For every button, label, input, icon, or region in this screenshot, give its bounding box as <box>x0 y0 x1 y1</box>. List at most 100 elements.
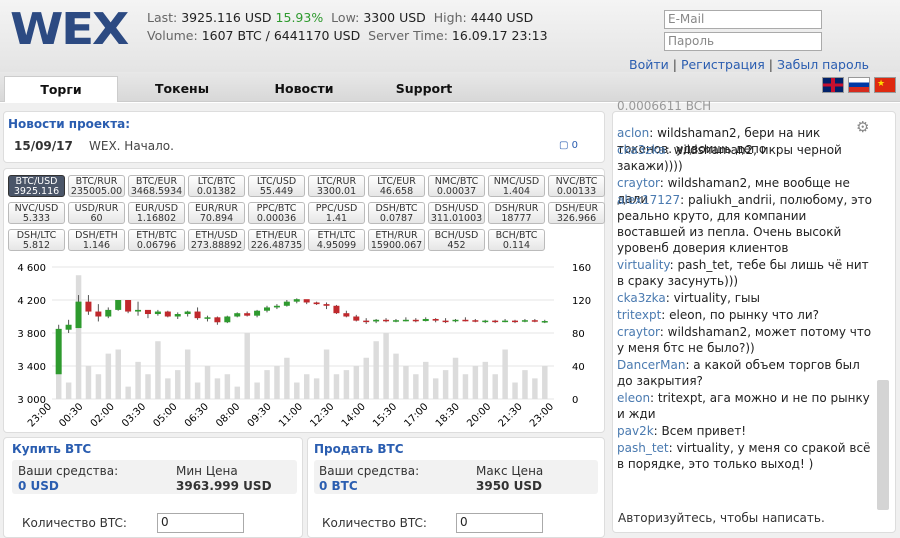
tab-trade[interactable]: Торги <box>4 76 118 102</box>
pair-button[interactable]: DSH/LTC 5.812 <box>8 229 65 251</box>
chat-message: cka3zka: virtuality, гыы <box>617 291 760 305</box>
pair-button[interactable]: EUR/RUR 70.894 <box>188 202 245 224</box>
volume-bar <box>294 382 300 399</box>
chat-text: Всем привет! <box>661 424 747 438</box>
pair-button[interactable]: ETH/LTC 4.95099 <box>308 229 365 251</box>
chat-username[interactable]: cka3zka <box>617 143 666 157</box>
chat-username[interactable]: tritexpt <box>617 308 661 322</box>
volume-bar <box>234 386 241 399</box>
volume-bar <box>423 361 429 399</box>
volume-bar <box>462 374 469 399</box>
news-panel: Новости проекта: 15/09/17 WEX. Начало. ▢… <box>3 111 605 163</box>
wex-logo[interactable]: WEX <box>10 4 129 55</box>
pair-button[interactable]: DSH/USD 311.01003 <box>428 202 485 224</box>
pair-price: 3300.01 <box>316 186 357 197</box>
pair-button[interactable]: LTC/RUR 3300.01 <box>308 175 365 197</box>
volume-bar <box>204 366 211 399</box>
candle-body <box>184 311 191 315</box>
chat-message: eleon: tritexpt, ага можно и не по рынку… <box>617 391 870 421</box>
pair-price: 273.88892 <box>190 240 243 251</box>
login-link[interactable]: Войти <box>629 57 669 72</box>
pair-button[interactable]: NVC/USD 5.333 <box>8 202 65 224</box>
pair-button[interactable]: NVC/BTC 0.00133 <box>548 175 605 197</box>
forgot-password-link[interactable]: Забыл пароль <box>777 57 869 72</box>
chat-username[interactable]: eleon <box>617 391 650 405</box>
chat-message: tritexpt: eleon, по рынку что ли? <box>617 308 819 322</box>
chat-username[interactable]: craytor <box>617 325 660 339</box>
chat-username[interactable]: craytor <box>617 176 660 190</box>
pair-button[interactable]: ETH/EUR 226.48735 <box>248 229 305 251</box>
chat-username[interactable]: cka3zka <box>617 291 666 305</box>
chat-scrollbar[interactable] <box>877 380 889 510</box>
chat-username[interactable]: virtuality <box>617 258 670 272</box>
candle-body <box>254 310 261 316</box>
candle-body <box>234 313 241 317</box>
pair-button[interactable]: EUR/USD 1.16802 <box>128 202 185 224</box>
candle-body <box>105 309 112 317</box>
pair-button[interactable]: DSH/ETH 1.146 <box>68 229 125 251</box>
candle-body <box>541 321 548 323</box>
pair-button[interactable]: NMC/BTC 0.00037 <box>428 175 485 197</box>
pair-price: 0.00036 <box>256 213 297 224</box>
volume-bar <box>532 378 538 399</box>
volume-bar <box>492 374 498 399</box>
uk-flag-icon[interactable] <box>822 77 844 93</box>
news-link[interactable]: WEX. Начало. <box>89 139 174 153</box>
candle-body <box>521 320 528 322</box>
pair-button[interactable]: NMC/USD 1.404 <box>488 175 545 197</box>
header: WEX Last: 3925.116 USD 15.93% Low: 3300 … <box>0 0 900 72</box>
volume-bar <box>125 386 131 399</box>
password-field[interactable]: Пароль <box>664 32 822 51</box>
chat-username[interactable]: pash_tet <box>617 441 669 455</box>
volume-bar <box>304 374 310 399</box>
candle-body <box>263 307 270 311</box>
register-link[interactable]: Регистрация <box>681 57 765 72</box>
x-tick-label: 17:00 <box>402 401 430 429</box>
pair-button[interactable]: LTC/EUR 46.658 <box>368 175 425 197</box>
pair-button[interactable]: USD/RUR 60 <box>68 202 125 224</box>
tab-news[interactable]: Новости <box>262 76 346 102</box>
pair-button[interactable]: ETH/USD 273.88892 <box>188 229 245 251</box>
sell-quantity-input[interactable]: 0 <box>456 513 543 533</box>
china-flag-icon[interactable]: ★ <box>874 77 896 93</box>
pair-button[interactable]: ETH/BTC 0.06796 <box>128 229 185 251</box>
candle-body <box>224 316 231 323</box>
pair-button[interactable]: DSH/BTC 0.0787 <box>368 202 425 224</box>
pair-button[interactable]: BCH/USD 452 <box>428 229 485 251</box>
pair-button[interactable]: BCH/BTC 0.114 <box>488 229 545 251</box>
buy-funds: 0 USD <box>18 479 59 493</box>
y-tick-label: 4 600 <box>17 263 46 274</box>
chat-username[interactable]: DancerMan <box>617 358 685 372</box>
candle-body <box>65 324 72 330</box>
tab-support[interactable]: Support <box>382 76 466 102</box>
volume-bar <box>214 378 221 399</box>
x-tick-label: 00:30 <box>57 401 85 429</box>
pair-button[interactable]: PPC/BTC 0.00036 <box>248 202 305 224</box>
pair-price: 0.06796 <box>136 240 177 251</box>
chat-username[interactable]: alex17127 <box>617 193 680 207</box>
pair-button[interactable]: LTC/BTC 0.01382 <box>188 175 245 197</box>
candle-body <box>214 317 221 323</box>
x-tick-label: 02:00 <box>89 401 117 429</box>
volume-tick-label: 80 <box>572 329 585 340</box>
candle-body <box>174 314 181 317</box>
buy-quantity-input[interactable]: 0 <box>157 513 244 533</box>
pair-button[interactable]: DSH/RUR 18777 <box>488 202 545 224</box>
candle-body <box>273 305 280 308</box>
volume-bar <box>175 370 181 399</box>
chat-username[interactable]: pav2k <box>617 424 654 438</box>
chat-username[interactable]: aclon <box>617 126 649 140</box>
pair-button[interactable]: LTC/USD 55.449 <box>248 175 305 197</box>
pair-price: 0.01382 <box>196 186 237 197</box>
pair-button[interactable]: BTC/EUR 3468.5934 <box>128 175 185 197</box>
pair-button[interactable]: BTC/RUR 235005.00 <box>68 175 125 197</box>
email-field[interactable]: E-Mail <box>664 10 822 29</box>
candle-body <box>482 320 489 323</box>
news-comments[interactable]: ▢ 0 <box>559 140 578 151</box>
pair-button[interactable]: DSH/EUR 326.966 <box>548 202 605 224</box>
pair-button[interactable]: ETH/RUR 15900.067 <box>368 229 425 251</box>
russia-flag-icon[interactable] <box>848 77 870 93</box>
tab-tokens[interactable]: Токены <box>140 76 224 102</box>
pair-button[interactable]: BTC/USD 3925.116 <box>8 175 65 197</box>
pair-button[interactable]: PPC/USD 1.41 <box>308 202 365 224</box>
